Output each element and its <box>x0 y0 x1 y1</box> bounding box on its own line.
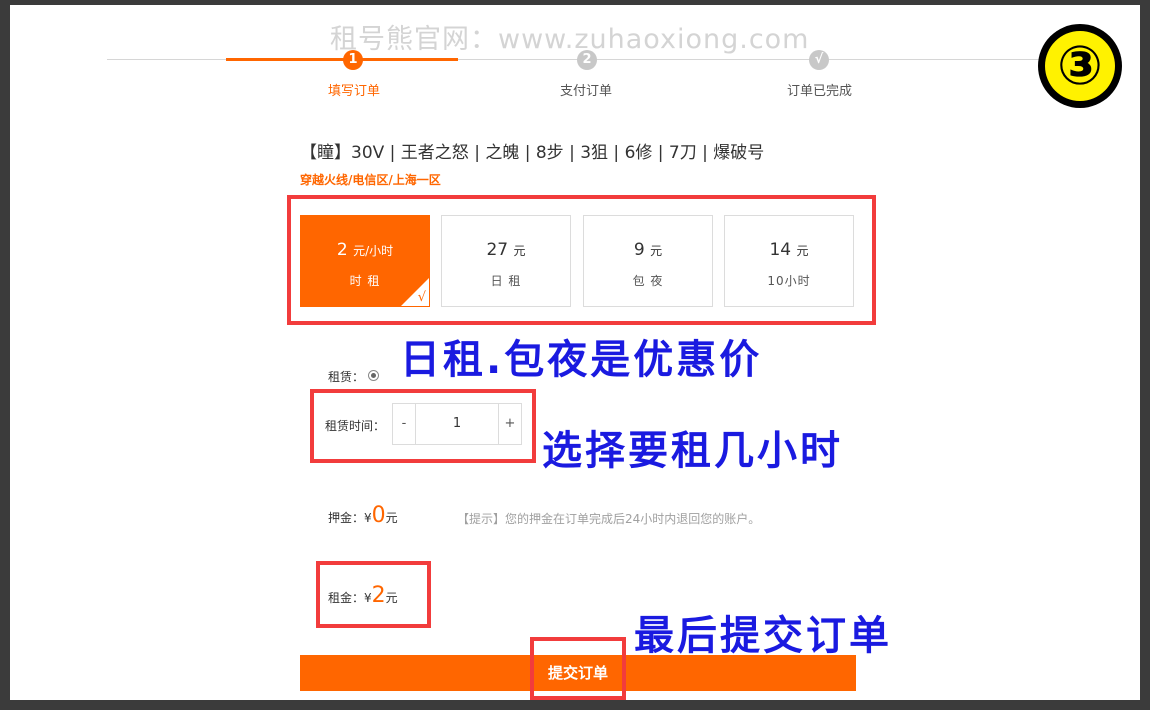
step-2-circle: 2 <box>577 50 597 70</box>
deposit-hint: 【提示】您的押金在订单完成后24小时内退回您的账户。 <box>457 512 761 526</box>
step-1-circle: 1 <box>343 50 363 70</box>
deposit-unit: 元 <box>385 511 398 525</box>
annotation-box-rent <box>316 561 431 628</box>
annotation-box-duration <box>310 389 536 463</box>
annotation-box-submit <box>530 637 626 700</box>
watermark: 租号熊官网：www.zuhaoxiong.com <box>330 24 810 55</box>
step-progress <box>226 58 458 61</box>
order-page: 租号熊官网：www.zuhaoxiong.com 1 2 √ 填写订单 支付订单… <box>10 5 1140 700</box>
product-title: 【瞳】30V | 王者之怒 | 之魄 | 8步 | 3狙 | 6修 | 7刀 |… <box>300 143 765 163</box>
annotation-box-prices <box>287 195 876 325</box>
annotation-submit: 最后提交订单 <box>634 613 892 659</box>
step-2-label: 支付订单 <box>560 84 613 99</box>
deposit-amount: 0 <box>371 503 386 528</box>
deposit-row: 押金：¥0元 <box>328 503 398 528</box>
step-3-check-icon: √ <box>809 50 829 70</box>
deposit-label: 押金：¥ <box>328 511 372 525</box>
annotation-prices: 日租.包夜是优惠价 <box>400 337 763 383</box>
step-1-label: 填写订单 <box>328 84 381 99</box>
rent-mode-radio[interactable] <box>368 370 379 381</box>
badge-number: ③ <box>1045 31 1115 101</box>
product-region: 穿越火线/电信区/上海一区 <box>300 173 441 187</box>
step-3-label: 订单已完成 <box>787 84 853 99</box>
rent-mode-label: 租赁： <box>328 370 365 384</box>
step-number-badge: ③ <box>1038 24 1122 108</box>
annotation-duration: 选择要租几小时 <box>542 428 843 474</box>
